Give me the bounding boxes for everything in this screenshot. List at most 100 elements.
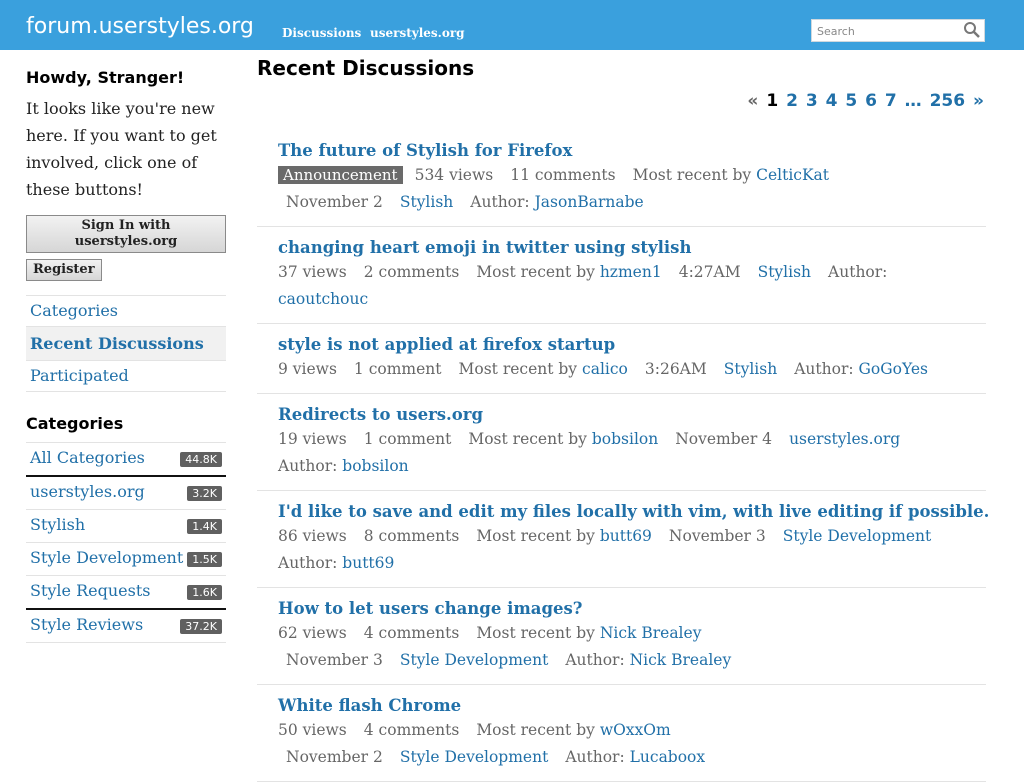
last-activity-time: November 2 [286,193,383,211]
discussion-title-link[interactable]: style is not applied at firefox startup [278,334,976,356]
sidebar: Howdy, Stranger! It looks like you're ne… [26,50,226,643]
recent-label: Most recent by [476,721,595,739]
category-name[interactable]: Stylish [30,515,85,534]
author-label: Author: [565,651,625,669]
category-count-badge: 1.6K [187,585,222,600]
last-activity-time: November 4 [675,430,773,448]
category-name[interactable]: Style Requests [30,581,150,600]
search-icon[interactable] [963,21,981,39]
search-input[interactable] [812,21,963,42]
author-link[interactable]: Lucaboox [630,748,706,766]
category-item-all[interactable]: All Categories 44.8K [26,443,226,477]
author-label: Author: [565,748,625,766]
pager-page-3[interactable]: 3 [806,91,818,111]
discussion-item: changing heart emoji in twitter using st… [257,227,986,324]
author-label: Author: [470,193,530,211]
intro-text: It looks like you're new here. If you wa… [26,99,217,199]
category-link[interactable]: userstyles.org [789,430,900,448]
recent-label: Most recent by [468,430,587,448]
comments-count: 2 comments [363,263,460,281]
author-link[interactable]: caoutchouc [278,290,368,308]
recent-label: Most recent by [458,360,578,378]
sidebar-item-participated[interactable]: Participated [26,361,226,392]
recent-label: Most recent by [476,624,595,642]
category-item-style-requests[interactable]: Style Requests 1.6K [26,576,226,610]
category-link[interactable]: Stylish [724,360,777,378]
author-link[interactable]: JasonBarnabe [535,193,644,211]
discussion-list: The future of Stylish for Firefox Announ… [257,130,989,782]
last-activity-time: 3:26AM [644,360,707,378]
category-name[interactable]: userstyles.org [30,482,145,501]
category-count-badge: 3.2K [187,486,222,501]
discussion-title-link[interactable]: White flash Chrome [278,695,976,717]
category-count-badge: 44.8K [180,452,222,467]
author-link[interactable]: butt69 [342,554,394,572]
nav-link-userstyles[interactable]: userstyles.org [370,26,465,40]
discussion-item: style is not applied at firefox startup … [257,324,986,394]
discussion-title-link[interactable]: Redirects to users.org [278,404,976,426]
discussion-item: White flash Chrome 50 views 4 comments Mos… [257,685,986,782]
category-count-badge: 1.5K [187,552,222,567]
discussion-item: Redirects to users.org 19 views 1 comment… [257,394,986,491]
nav-link-discussions[interactable]: Discussions [282,26,361,40]
comments-count: 1 comment [353,360,442,378]
category-link[interactable]: Style Development [400,651,548,669]
category-link[interactable]: Stylish [758,263,811,281]
pager-page-2[interactable]: 2 [786,91,798,111]
views-count: 86 views [278,527,347,545]
recent-user-link[interactable]: calico [582,360,628,378]
category-count-badge: 37.2K [180,619,222,634]
page-title: Recent Discussions [257,56,475,80]
category-item-style-development[interactable]: Style Development 1.5K [26,543,226,576]
category-link[interactable]: Style Development [400,748,548,766]
author-link[interactable]: GoGoYes [859,360,928,378]
sign-in-button[interactable]: Sign In with userstyles.org [26,215,226,253]
pager-last[interactable]: 256 [930,91,966,111]
sidebar-item-recent-discussions[interactable]: Recent Discussions [26,327,226,361]
category-list: All Categories 44.8K userstyles.org 3.2K… [26,442,226,643]
views-count: 50 views [278,721,347,739]
pager-prev[interactable]: « [747,91,758,111]
recent-user-link[interactable]: wOxxOm [600,721,671,739]
site-title-link[interactable]: forum.userstyles.org [26,14,254,39]
pager-next[interactable]: » [973,91,984,111]
recent-user-link[interactable]: Nick Brealey [600,624,702,642]
discussion-title-link[interactable]: changing heart emoji in twitter using st… [278,237,976,259]
register-button[interactable]: Register [26,259,102,281]
last-activity-time: November 2 [286,748,383,766]
pager-page-6[interactable]: 6 [865,91,877,111]
author-link[interactable]: bobsilon [342,457,408,475]
category-count-badge: 1.4K [187,519,222,534]
category-name[interactable]: All Categories [30,448,145,467]
sidebar-item-categories[interactable]: Categories [26,296,226,327]
category-name[interactable]: Style Reviews [30,615,143,634]
discussion-item: The future of Stylish for Firefox Announ… [257,130,986,227]
author-label: Author: [794,360,854,378]
categories-heading: Categories [26,414,124,433]
views-count: 534 views [414,166,494,184]
recent-user-link[interactable]: hzmen1 [600,263,662,281]
category-item-userstyles[interactable]: userstyles.org 3.2K [26,477,226,510]
pager-page-5[interactable]: 5 [845,91,857,111]
category-item-stylish[interactable]: Stylish 1.4K [26,510,226,543]
last-activity-time: 4:27AM [678,263,741,281]
discussion-title-link[interactable]: I'd like to save and edit my files local… [278,501,989,523]
discussion-title-link[interactable]: The future of Stylish for Firefox [278,140,976,162]
comments-count: 11 comments [510,166,616,184]
pager-page-4[interactable]: 4 [826,91,838,111]
discussion-title-link[interactable]: How to let users change images? [278,598,976,620]
sidebar-nav: Categories Recent Discussions Participat… [26,295,226,392]
recent-user-link[interactable]: bobsilon [592,430,658,448]
recent-user-link[interactable]: butt69 [600,527,652,545]
author-link[interactable]: Nick Brealey [630,651,732,669]
category-name[interactable]: Style Development [30,548,183,567]
discussion-item: I'd like to save and edit my files local… [257,491,989,588]
author-label: Author: [278,457,338,475]
views-count: 62 views [278,624,347,642]
pager-page-7[interactable]: 7 [885,91,897,111]
category-link[interactable]: Style Development [783,527,931,545]
category-item-style-reviews[interactable]: Style Reviews 37.2K [26,610,226,643]
announcement-badge: Announcement [278,166,403,184]
recent-user-link[interactable]: CelticKat [756,166,829,184]
category-link[interactable]: Stylish [400,193,453,211]
